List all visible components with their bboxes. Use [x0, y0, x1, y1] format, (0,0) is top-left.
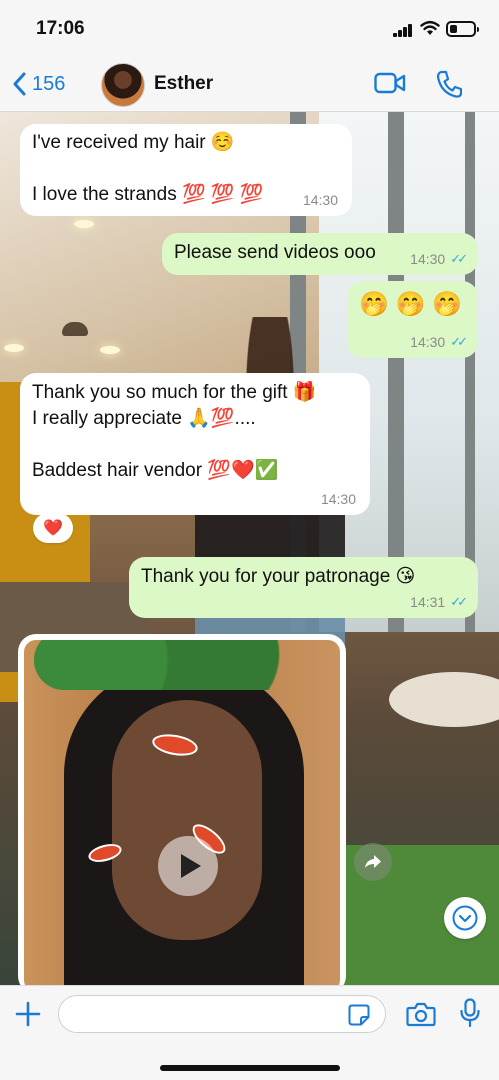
message-text: Baddest hair vendor 💯❤️✅: [32, 460, 279, 481]
message-time: 14:31 ✓✓: [410, 594, 468, 610]
message-time: 14:30 ✓✓: [410, 251, 468, 267]
message-text: I love the strands 💯 💯 💯: [32, 184, 264, 205]
message-bubble-outgoing[interactable]: Thank you for your patronage 😘 14:31 ✓✓: [129, 557, 478, 618]
message-text: I really appreciate 🙏💯....: [32, 408, 256, 429]
message-text: I've received my hair ☺️: [32, 132, 235, 153]
reaction-badge[interactable]: ❤️: [33, 513, 73, 543]
read-ticks-icon: ✓✓: [450, 334, 468, 349]
play-icon[interactable]: [158, 836, 218, 896]
message-text: [32, 432, 358, 458]
contact-name[interactable]: Esther: [154, 73, 213, 95]
message-text: 🤭 🤭 🤭: [359, 291, 462, 318]
message-bubble-incoming[interactable]: I've received my hair ☺️ I love the stra…: [20, 124, 352, 216]
status-bar: 17:06: [0, 0, 499, 58]
microphone-icon[interactable]: [459, 998, 481, 1028]
status-time: 17:06: [36, 18, 85, 39]
phone-icon[interactable]: [436, 70, 462, 98]
message-text: [32, 156, 340, 182]
cellular-signal-icon: [393, 24, 413, 37]
read-ticks-icon: ✓✓: [450, 251, 468, 266]
message-time: 14:30: [320, 491, 356, 507]
video-thumbnail[interactable]: [24, 640, 340, 992]
avatar[interactable]: [101, 63, 145, 107]
video-message-bubble[interactable]: [18, 634, 346, 994]
message-input-bar: [0, 985, 499, 1080]
back-chevron-icon: [13, 72, 26, 96]
home-indicator[interactable]: [160, 1065, 340, 1071]
wifi-icon: [420, 20, 440, 35]
message-text: Thank you for your patronage 😘: [141, 566, 416, 587]
forward-icon: [365, 855, 381, 868]
camera-icon[interactable]: [406, 1001, 436, 1027]
message-bubble-incoming[interactable]: Thank you so much for the gift 🎁 I reall…: [20, 373, 370, 515]
message-bubble-outgoing[interactable]: Please send videos ooo 14:30 ✓✓: [162, 233, 478, 275]
scroll-to-bottom-button[interactable]: [444, 897, 486, 939]
forward-button[interactable]: [354, 843, 392, 881]
message-bubble-outgoing[interactable]: 🤭 🤭 🤭 14:30 ✓✓: [347, 281, 478, 358]
heart-reaction: ❤️: [43, 520, 63, 537]
chevron-down-icon: [452, 905, 478, 931]
battery-icon: [446, 21, 479, 37]
message-time: 14:30: [302, 192, 338, 208]
back-button[interactable]: 156: [12, 68, 65, 100]
video-call-icon[interactable]: [374, 72, 406, 94]
chat-header: 156 Esther: [0, 58, 499, 112]
unread-count: 156: [32, 72, 66, 95]
message-input[interactable]: [58, 995, 386, 1033]
plus-icon[interactable]: [14, 1000, 42, 1028]
read-ticks-icon: ✓✓: [450, 594, 468, 609]
message-time: 14:30 ✓✓: [410, 334, 468, 350]
sticker-icon[interactable]: [348, 1004, 370, 1026]
message-text: Thank you so much for the gift 🎁: [32, 382, 317, 403]
